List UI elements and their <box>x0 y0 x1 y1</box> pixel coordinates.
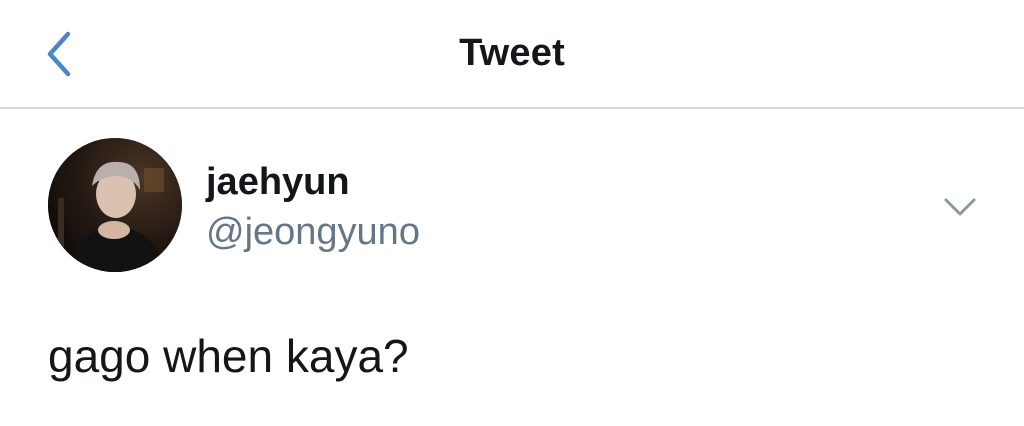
tweet-text: gago when kaya? <box>48 330 409 382</box>
profile-photo <box>48 138 182 272</box>
tweet-menu-button[interactable] <box>938 190 982 224</box>
avatar[interactable] <box>48 138 182 272</box>
author-display-name[interactable]: jaehyun <box>206 160 350 204</box>
page-title: Tweet <box>459 32 565 74</box>
top-nav-bar: Tweet <box>0 0 1024 109</box>
chevron-down-icon <box>944 198 976 216</box>
author-handle[interactable]: @jeongyuno <box>206 210 420 254</box>
